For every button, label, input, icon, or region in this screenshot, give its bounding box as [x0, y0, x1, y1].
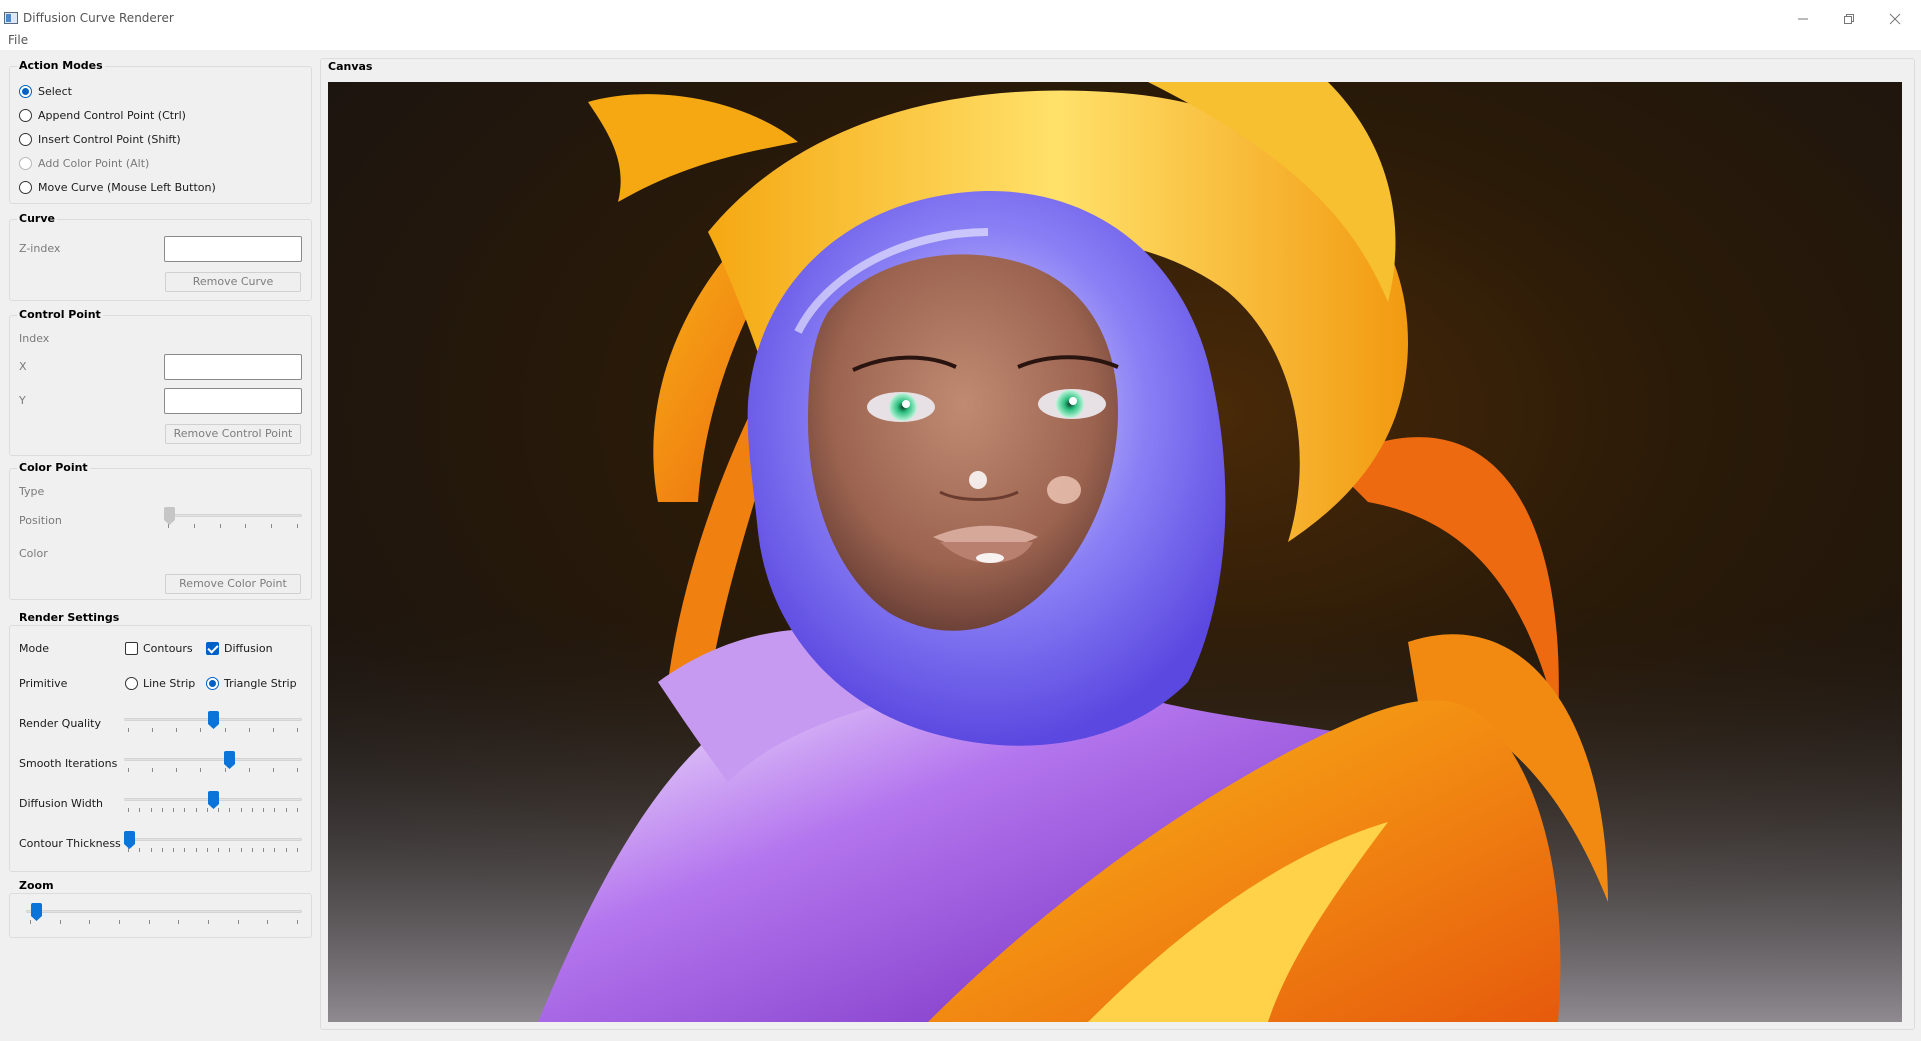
- diffusion-width-slider[interactable]: [124, 790, 302, 814]
- slider-ticks: [128, 768, 298, 772]
- triangle-strip-label: Triangle Strip: [224, 677, 297, 690]
- close-icon: [1889, 13, 1901, 25]
- slider-ticks: [168, 524, 298, 528]
- render-settings-title: Render Settings: [17, 611, 122, 624]
- lip-gloss: [976, 553, 1004, 563]
- type-label: Type: [19, 485, 45, 498]
- radio-insert-control-point[interactable]: [19, 133, 32, 146]
- contour-thickness-label: Contour Thickness: [19, 837, 121, 850]
- restore-icon: [1844, 14, 1854, 24]
- eye-glint-right: [1069, 397, 1077, 405]
- slider-handle: [164, 507, 175, 525]
- color-label: Color: [19, 547, 48, 560]
- cheek-highlight: [1047, 476, 1081, 504]
- index-label: Index: [19, 332, 50, 345]
- smooth-iterations-label: Smooth Iterations: [19, 757, 118, 770]
- zoom-slider[interactable]: [26, 902, 302, 926]
- x-input[interactable]: [164, 354, 302, 380]
- label-move-curve: Move Curve (Mouse Left Button): [38, 181, 216, 194]
- action-modes-title: Action Modes: [17, 59, 105, 72]
- canvas-title: Canvas: [326, 60, 375, 73]
- slider-ticks: [128, 848, 298, 852]
- slider-handle[interactable]: [208, 711, 219, 729]
- slider-ticks: [30, 920, 298, 924]
- slider-ticks: [128, 808, 298, 812]
- slider-handle[interactable]: [208, 791, 219, 809]
- eye-iris-right: [1056, 390, 1084, 418]
- remove-curve-button[interactable]: Remove Curve: [165, 272, 301, 292]
- label-insert-control-point: Insert Control Point (Shift): [38, 133, 181, 146]
- contour-thickness-slider[interactable]: [124, 830, 302, 854]
- y-input[interactable]: [164, 388, 302, 414]
- mode-label: Mode: [19, 642, 49, 655]
- drawing-canvas[interactable]: [328, 82, 1902, 1022]
- remove-control-point-button[interactable]: Remove Control Point: [165, 424, 301, 444]
- menu-file[interactable]: File: [8, 33, 28, 47]
- line-strip-radio[interactable]: [125, 677, 138, 690]
- label-append-control-point: Append Control Point (Ctrl): [38, 109, 186, 122]
- slider-handle[interactable]: [224, 751, 235, 769]
- smooth-iterations-slider[interactable]: [124, 750, 302, 774]
- radio-add-color-point: [19, 157, 32, 170]
- diffusion-width-label: Diffusion Width: [19, 797, 104, 810]
- label-select: Select: [38, 85, 72, 98]
- zindex-input[interactable]: [164, 236, 302, 262]
- triangle-strip-radio[interactable]: [206, 677, 219, 690]
- window-title: Diffusion Curve Renderer: [23, 11, 174, 25]
- menu-bar: File: [0, 30, 1921, 50]
- diffusion-checkbox[interactable]: [206, 642, 219, 655]
- eye-iris-left: [889, 393, 917, 421]
- radio-append-control-point[interactable]: [19, 109, 32, 122]
- line-strip-label: Line Strip: [143, 677, 196, 690]
- diffusion-label: Diffusion: [224, 642, 273, 655]
- remove-color-point-button[interactable]: Remove Color Point: [165, 574, 301, 594]
- contours-label: Contours: [143, 642, 193, 655]
- app-icon: [4, 12, 18, 24]
- slider-ticks: [128, 728, 298, 732]
- radio-move-curve[interactable]: [19, 181, 32, 194]
- diffusion-render: [328, 82, 1902, 1022]
- contours-checkbox[interactable]: [125, 642, 138, 655]
- render-quality-label: Render Quality: [19, 717, 101, 730]
- curve-title: Curve: [17, 212, 57, 225]
- radio-select[interactable]: [19, 85, 32, 98]
- render-quality-slider[interactable]: [124, 710, 302, 734]
- primitive-label: Primitive: [19, 677, 68, 690]
- position-label: Position: [19, 514, 62, 527]
- x-label: X: [19, 360, 27, 373]
- label-add-color-point: Add Color Point (Alt): [38, 157, 150, 170]
- nose-highlight: [969, 471, 987, 489]
- slider-handle[interactable]: [124, 831, 135, 849]
- position-slider: [164, 506, 302, 530]
- zindex-label: Z-index: [19, 242, 61, 255]
- control-point-title: Control Point: [17, 308, 103, 321]
- zoom-title: Zoom: [17, 879, 56, 892]
- minimize-icon: [1798, 18, 1808, 20]
- slider-handle[interactable]: [31, 903, 42, 921]
- y-label: Y: [19, 394, 26, 407]
- color-point-title: Color Point: [17, 461, 90, 474]
- eye-glint-left: [902, 400, 910, 408]
